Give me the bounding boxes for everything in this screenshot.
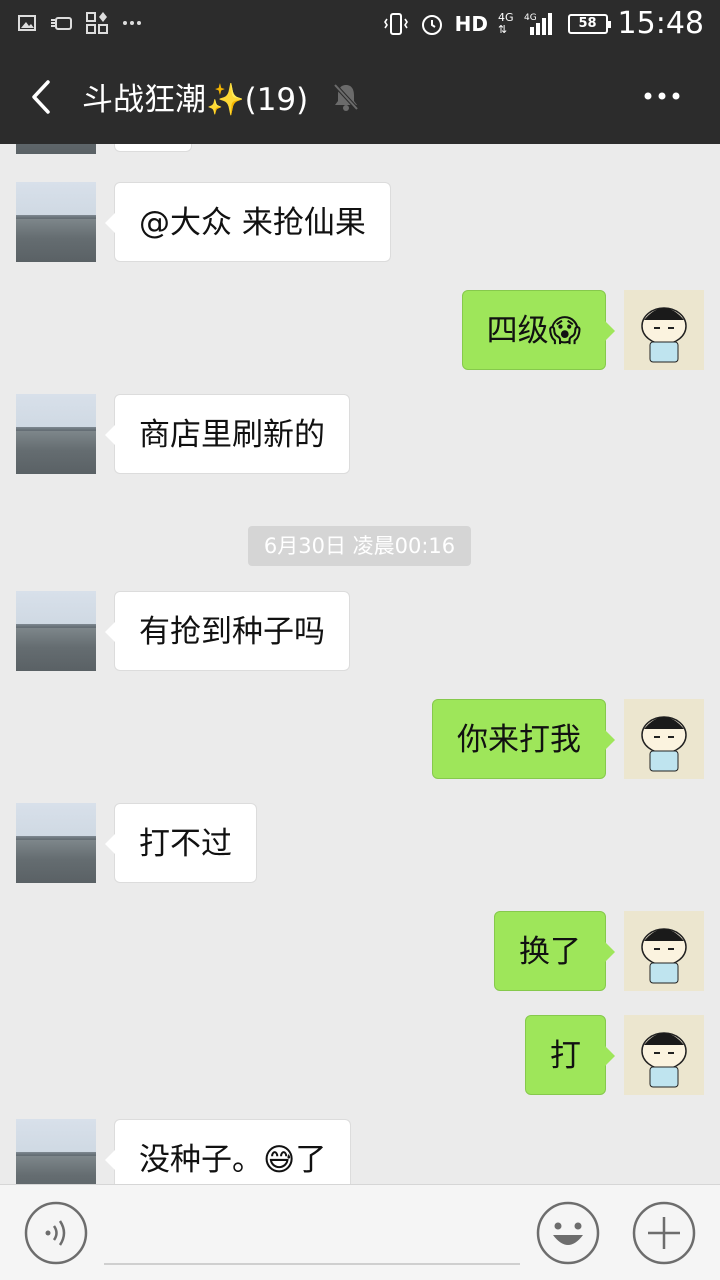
apps-notification-icon <box>86 12 108 34</box>
avatar[interactable] <box>16 182 96 262</box>
avatar[interactable] <box>16 394 96 474</box>
cartoon-avatar-icon <box>641 1032 687 1088</box>
message-bubble[interactable]: 打不过 <box>105 803 257 883</box>
network-label: HD <box>454 11 488 36</box>
svg-text:4G: 4G <box>524 13 537 23</box>
message-bubble[interactable]: 有抢到种子吗 <box>105 591 350 671</box>
message-bubble[interactable]: 打 <box>525 1015 615 1095</box>
message-bubble[interactable]: 你来打我 <box>432 699 615 779</box>
emoji-icon[interactable] <box>536 1201 600 1265</box>
cartoon-avatar-icon <box>641 928 687 984</box>
more-icon[interactable] <box>642 86 682 106</box>
vibrate-icon <box>383 12 408 35</box>
message-bubble[interactable]: 商店里刷新的 <box>105 394 350 474</box>
message-bubble-partial[interactable] <box>114 144 192 152</box>
more-notifications-icon <box>123 21 141 25</box>
message-timestamp: 6月30日 凌晨00:16 <box>248 526 471 566</box>
chat-title: 斗战狂潮✨(19) <box>82 82 309 118</box>
message-input[interactable] <box>104 1263 520 1265</box>
status-right-icons: HD 4G ⇅ 4G 58 15:48 <box>383 6 704 41</box>
mute-bell-icon <box>333 83 359 111</box>
message-bubble[interactable]: 没种子。😅了 <box>104 1119 352 1184</box>
card-notification-icon <box>51 17 72 30</box>
status-bar: HD 4G ⇅ 4G 58 15:48 <box>0 0 720 50</box>
plus-icon[interactable] <box>632 1201 696 1265</box>
avatar[interactable] <box>16 591 96 671</box>
chat-header: 斗战狂潮✨(19) <box>0 50 720 144</box>
image-notification-icon <box>18 15 36 31</box>
avatar[interactable] <box>624 911 704 991</box>
input-bar <box>0 1184 720 1280</box>
message-bubble[interactable]: 换了 <box>494 911 615 991</box>
avatar[interactable] <box>16 144 96 154</box>
clock: 15:48 <box>617 6 704 41</box>
cartoon-avatar-icon <box>641 307 687 363</box>
signal-icon: 4G <box>524 12 552 35</box>
battery-icon: 58 <box>567 13 611 34</box>
voice-icon[interactable] <box>24 1201 88 1265</box>
avatar[interactable] <box>16 803 96 883</box>
message-list[interactable]: @大众 来抢仙果 四级😱 商店里刷新的 6月30日 凌晨00:16 有抢到种子吗… <box>0 144 720 1184</box>
cartoon-avatar-icon <box>641 716 687 772</box>
back-icon[interactable] <box>22 72 62 122</box>
message-bubble[interactable]: @大众 来抢仙果 <box>105 182 391 262</box>
status-left-icons <box>18 12 142 34</box>
avatar[interactable] <box>16 1119 96 1184</box>
avatar[interactable] <box>624 290 704 370</box>
network-type-icon: 4G ⇅ <box>498 10 514 36</box>
message-bubble[interactable]: 四级😱 <box>461 290 616 370</box>
avatar[interactable] <box>624 1015 704 1095</box>
avatar[interactable] <box>624 699 704 779</box>
alarm-icon <box>421 14 442 35</box>
